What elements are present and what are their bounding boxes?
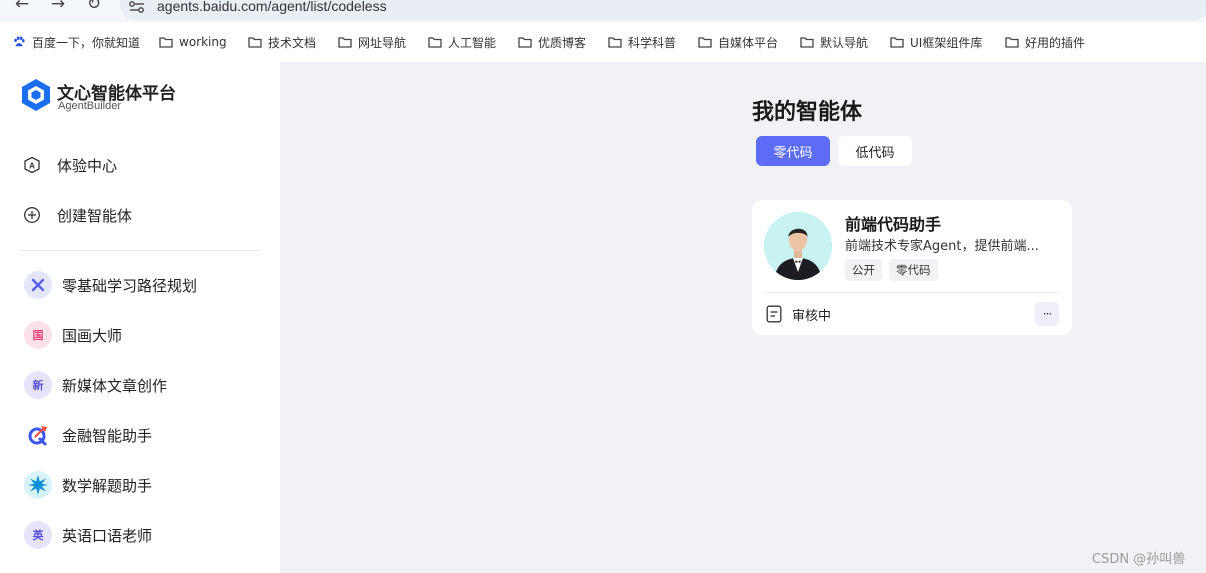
browser-chrome: ← → ↻ agents.baidu.com/agent/list/codele… (0, 0, 1206, 62)
bookmark-media-platforms[interactable]: 自媒体平台 (698, 33, 778, 51)
agent-label: 新媒体文章创作 (62, 376, 168, 395)
experience-icon: A (22, 155, 42, 175)
bookmark-label: 百度一下，你就知道 (32, 35, 141, 50)
bookmark-label: 人工智能 (448, 35, 497, 50)
cross-icon (24, 271, 52, 299)
tag-public: 公开 (845, 259, 882, 281)
agent-avatar: 英 (24, 521, 52, 549)
sidebar-divider (20, 250, 260, 251)
back-arrow-icon[interactable]: ← (12, 0, 32, 14)
agent-card-description: 前端技术专家Agent，提供前端... (845, 239, 1039, 254)
browser-nav-row: ← → ↻ agents.baidu.com/agent/list/codele… (0, 0, 1206, 22)
agent-card-name: 前端代码助手 (845, 215, 942, 234)
folder-icon (248, 37, 262, 48)
more-options-button[interactable]: ··· (1035, 302, 1059, 326)
svg-text:A: A (29, 162, 35, 171)
wenxin-cube-icon (22, 79, 50, 111)
tab-zero-code[interactable]: 零代码 (756, 136, 830, 166)
folder-icon (1005, 37, 1019, 48)
menu-label: 体验中心 (57, 156, 118, 175)
agent-avatar: 新 (24, 371, 52, 399)
agent-item-math[interactable]: 数学解题助手 (24, 470, 152, 500)
document-status-icon (766, 305, 782, 323)
review-status: 审核中 (766, 304, 831, 324)
agent-avatar: 国 (24, 321, 52, 349)
folder-icon (159, 37, 173, 48)
status-label: 审核中 (792, 308, 832, 324)
tab-low-code[interactable]: 低代码 (838, 136, 912, 166)
sidebar: 文心智能体平台 AgentBuilder A 体验中心 创建智能体 零基础学习路… (0, 62, 280, 573)
agent-label: 数学解题助手 (62, 476, 153, 495)
agent-item-painting-master[interactable]: 国 国画大师 (24, 320, 122, 350)
bookmark-label: UI框架组件库 (910, 35, 983, 50)
starburst-icon (24, 471, 52, 499)
bookmark-label: 自媒体平台 (718, 35, 779, 50)
logo-subtitle: AgentBuilder (58, 100, 121, 112)
agent-label: 零基础学习路径规划 (62, 276, 198, 295)
agent-item-media-writing[interactable]: 新 新媒体文章创作 (24, 370, 167, 400)
bookmark-working[interactable]: working (159, 33, 227, 51)
menu-label: 创建智能体 (57, 206, 133, 225)
agent-item-english-teacher[interactable]: 英 英语口语老师 (24, 520, 152, 550)
agent-label: 金融智能助手 (62, 426, 153, 445)
folder-icon (608, 37, 622, 48)
folder-icon (890, 37, 904, 48)
bookmark-label: 优质博客 (538, 35, 587, 50)
agent-label: 国画大师 (62, 326, 123, 345)
bookmark-tech-docs[interactable]: 技术文档 (248, 33, 316, 51)
bookmark-science[interactable]: 科学科普 (608, 33, 676, 51)
agent-card-avatar (764, 212, 832, 280)
bookmark-ui-libs[interactable]: UI框架组件库 (890, 33, 982, 51)
bookmark-default-nav[interactable]: 默认导航 (800, 33, 868, 51)
forward-arrow-icon[interactable]: → (48, 0, 68, 14)
finance-icon (24, 421, 52, 449)
bookmark-label: working (179, 35, 227, 49)
menu-experience-center[interactable]: A 体验中心 (22, 153, 117, 177)
bookmark-label: 默认导航 (820, 35, 869, 50)
watermark: CSDN @孙叫兽 (1092, 552, 1186, 567)
agent-item-learning-path[interactable]: 零基础学习路径规划 (24, 270, 197, 300)
bookmark-label: 网址导航 (358, 35, 407, 50)
baidu-paw-icon (14, 36, 25, 47)
reload-icon[interactable]: ↻ (84, 0, 104, 14)
address-bar[interactable]: agents.baidu.com/agent/list/codeless (120, 0, 1206, 20)
bookmark-baidu[interactable]: 百度一下，你就知道 (12, 33, 140, 51)
bookmark-label: 好用的插件 (1025, 35, 1086, 50)
bookmark-nav-sites[interactable]: 网址导航 (338, 33, 406, 51)
site-settings-icon[interactable] (128, 0, 146, 14)
bookmark-plugins[interactable]: 好用的插件 (1005, 33, 1085, 51)
bookmark-blogs[interactable]: 优质博客 (518, 33, 586, 51)
bookmark-ai[interactable]: 人工智能 (428, 33, 496, 51)
url-text[interactable]: agents.baidu.com/agent/list/codeless (157, 0, 387, 14)
folder-icon (338, 37, 352, 48)
menu-create-agent[interactable]: 创建智能体 (22, 203, 132, 227)
bookmarks-bar: 百度一下，你就知道 working 技术文档 网址导航 人工智能 优质博客 科学… (0, 26, 1206, 58)
agent-card[interactable]: 前端代码助手 前端技术专家Agent，提供前端... 公开 零代码 审核中 ··… (752, 200, 1072, 335)
folder-icon (428, 37, 442, 48)
page-title: 我的智能体 (752, 100, 863, 125)
folder-icon (800, 37, 814, 48)
person-portrait-icon (764, 212, 832, 280)
tag-zero-code: 零代码 (889, 259, 938, 281)
folder-icon (518, 37, 532, 48)
folder-icon (698, 37, 712, 48)
agent-label: 英语口语老师 (62, 526, 153, 545)
bookmark-label: 科学科普 (628, 35, 677, 50)
bookmark-label: 技术文档 (268, 35, 317, 50)
plus-circle-icon (22, 205, 42, 225)
card-divider (764, 292, 1060, 293)
agent-item-finance[interactable]: 金融智能助手 (24, 420, 152, 450)
